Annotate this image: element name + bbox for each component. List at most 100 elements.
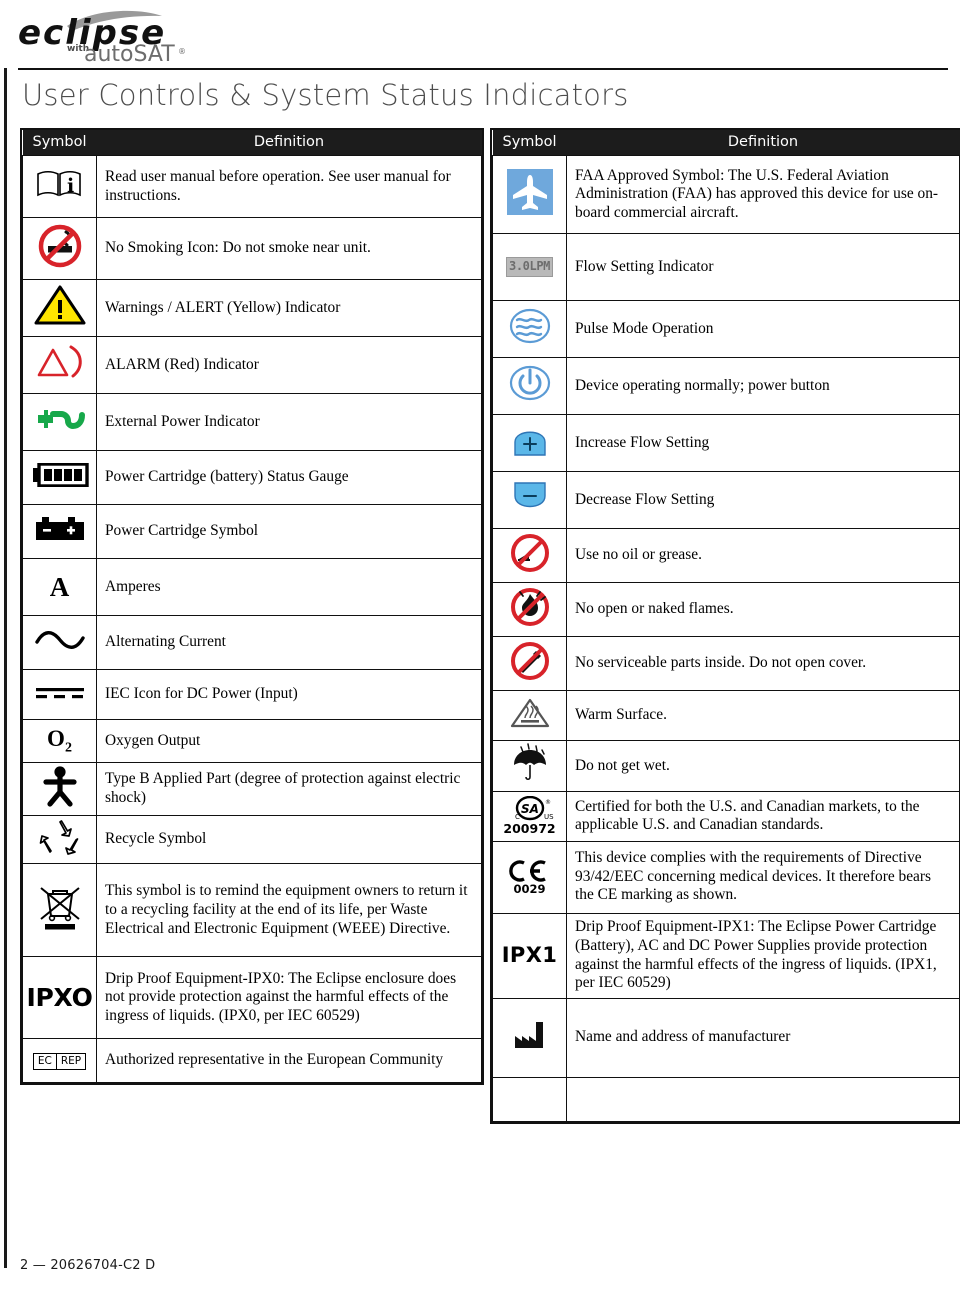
svg-text:autoSAT: autoSAT bbox=[84, 42, 175, 66]
type-b-applied-part-icon bbox=[40, 765, 80, 813]
table-row[interactable]: Device operating normally; power button bbox=[492, 357, 960, 415]
table-row: Power Cartridge Symbol bbox=[22, 504, 482, 559]
svg-text:®: ® bbox=[545, 799, 551, 806]
table-row: IPXO Drip Proof Equipment-IPX0: The Ecli… bbox=[22, 956, 482, 1040]
symbol-cell bbox=[492, 414, 567, 472]
ipx0-text-icon: IPXO bbox=[26, 982, 93, 1012]
table-row: Power Cartridge (battery) Status Gauge bbox=[22, 450, 482, 505]
decrease-flow-minus-button-icon[interactable] bbox=[508, 477, 552, 523]
symbol-cell: IPX1 bbox=[492, 912, 567, 999]
power-button-icon[interactable] bbox=[508, 363, 552, 409]
definition-cell: Device operating normally; power button bbox=[566, 357, 960, 415]
symbol-cell bbox=[492, 636, 567, 691]
definition-cell: Pulse Mode Operation bbox=[566, 300, 960, 358]
table-row[interactable]: Decrease Flow Setting bbox=[492, 471, 960, 529]
definition-cell: ALARM (Red) Indicator bbox=[96, 336, 482, 394]
table-row: Do not get wet. bbox=[492, 740, 960, 792]
table-row[interactable]: Increase Flow Setting bbox=[492, 414, 960, 472]
svg-text:®: ® bbox=[178, 47, 186, 56]
page-footer: 2 — 20626704-C2 D bbox=[20, 1258, 156, 1273]
read-manual-icon: i bbox=[34, 169, 86, 205]
svg-text:C: C bbox=[515, 813, 520, 821]
symbol-cell bbox=[492, 155, 567, 234]
ipx1-text-icon: IPX1 bbox=[501, 942, 558, 967]
table-row: No serviceable parts inside. Do not open… bbox=[492, 636, 960, 691]
symbol-cell bbox=[22, 615, 97, 670]
warm-surface-icon bbox=[508, 696, 552, 736]
symbol-cell bbox=[22, 393, 97, 451]
table-row: Use no oil or grease. bbox=[492, 528, 960, 583]
pulse-mode-waves-icon bbox=[508, 306, 552, 352]
definition-cell: Flow Setting Indicator bbox=[566, 233, 960, 301]
faa-airplane-icon bbox=[506, 168, 553, 221]
recycle-icon bbox=[39, 818, 81, 862]
symbol-cell bbox=[492, 997, 567, 1078]
table-row: SA C US ® 200972 Certified for both the … bbox=[492, 790, 960, 842]
svg-text:i: i bbox=[67, 175, 74, 197]
definition-cell: FAA Approved Symbol: The U.S. Federal Av… bbox=[566, 155, 960, 234]
ec-rep-ec-label: EC bbox=[34, 1054, 57, 1069]
table-row: This symbol is to remind the equipment o… bbox=[22, 863, 482, 958]
svg-text:SA: SA bbox=[521, 802, 539, 816]
csa-certification-icon: SA C US ® 200972 bbox=[493, 796, 566, 836]
table-row: Warm Surface. bbox=[492, 690, 960, 741]
symbol-cell bbox=[22, 504, 97, 559]
definition-cell: Warnings / ALERT (Yellow) Indicator bbox=[96, 279, 482, 337]
table-row: IPX1 Drip Proof Equipment-IPX1: The Ecli… bbox=[492, 912, 960, 999]
symbol-cell: SA C US ® 200972 bbox=[492, 790, 567, 842]
symbol-cell bbox=[492, 528, 567, 583]
no-smoking-icon bbox=[36, 223, 84, 275]
definition-cell: Recycle Symbol bbox=[96, 814, 482, 865]
table-row: Warnings / ALERT (Yellow) Indicator bbox=[22, 279, 482, 337]
table-row: A Amperes bbox=[22, 558, 482, 616]
table-row: No open or naked flames. bbox=[492, 582, 960, 637]
table-row: No Smoking Icon: Do not smoke near unit. bbox=[22, 217, 482, 280]
table-row: EC REP Authorized representative in the E… bbox=[22, 1038, 482, 1084]
column-header-symbol: Symbol bbox=[492, 130, 567, 156]
table-header-row: Symbol Definition bbox=[22, 130, 482, 156]
symbol-cell: 0029 bbox=[492, 840, 567, 914]
no-oil-or-grease-icon bbox=[508, 532, 552, 580]
symbol-cell: 3.0LPM bbox=[492, 233, 567, 301]
table-row: 3.0LPM Flow Setting Indicator bbox=[492, 233, 960, 301]
definition-cell: Increase Flow Setting bbox=[566, 414, 960, 472]
definition-cell: External Power Indicator bbox=[96, 393, 482, 451]
csa-file-number: 200972 bbox=[503, 821, 556, 837]
right-symbol-table: Symbol Definition FAA Approved Symbol: T… bbox=[490, 128, 960, 1124]
do-not-get-wet-umbrella-icon bbox=[507, 743, 553, 789]
definition-cell: Power Cartridge Symbol bbox=[96, 504, 482, 559]
definition-cell: Oxygen Output bbox=[96, 719, 482, 763]
symbol-cell bbox=[22, 450, 97, 505]
definition-cell: No serviceable parts inside. Do not open… bbox=[566, 636, 960, 691]
power-cartridge-battery-icon bbox=[33, 516, 87, 548]
table-row bbox=[492, 1076, 960, 1122]
table-row: Alternating Current bbox=[22, 615, 482, 670]
definition-cell: Drip Proof Equipment-IPX0: The Eclipse e… bbox=[96, 956, 482, 1040]
increase-flow-plus-button-icon[interactable] bbox=[508, 420, 552, 466]
page-title: User Controls & System Status Indicators bbox=[22, 78, 629, 112]
symbol-cell bbox=[492, 582, 567, 637]
warning-alert-triangle-icon bbox=[33, 284, 87, 332]
table-row: IEC Icon for DC Power (Input) bbox=[22, 669, 482, 720]
symbol-cell bbox=[492, 1076, 567, 1122]
oxygen-output-icon: O2 bbox=[47, 726, 72, 756]
no-open-flames-icon bbox=[508, 586, 552, 634]
definition-cell: Authorized representative in the Europea… bbox=[96, 1038, 482, 1084]
svg-text:US: US bbox=[544, 813, 554, 821]
definition-cell: Alternating Current bbox=[96, 615, 482, 670]
ce-marking-icon: 0029 bbox=[493, 859, 566, 896]
definition-cell: Certified for both the U.S. and Canadian… bbox=[566, 790, 960, 842]
definition-cell: This symbol is to remind the equipment o… bbox=[96, 863, 482, 958]
definition-cell: Use no oil or grease. bbox=[566, 528, 960, 583]
definition-cell: Power Cartridge (battery) Status Gauge bbox=[96, 450, 482, 505]
table-row: Name and address of manufacturer bbox=[492, 997, 960, 1078]
symbol-cell: O2 bbox=[22, 719, 97, 763]
table-row: Recycle Symbol bbox=[22, 814, 482, 865]
manufacturer-factory-icon bbox=[511, 1020, 549, 1056]
symbol-cell bbox=[492, 740, 567, 792]
table-row: 0029 This device complies with the requi… bbox=[492, 840, 960, 914]
column-header-definition: Definition bbox=[96, 130, 482, 156]
definition-cell: Read user manual before operation. See u… bbox=[96, 155, 482, 218]
definition-cell: IEC Icon for DC Power (Input) bbox=[96, 669, 482, 720]
symbol-cell bbox=[492, 471, 567, 529]
